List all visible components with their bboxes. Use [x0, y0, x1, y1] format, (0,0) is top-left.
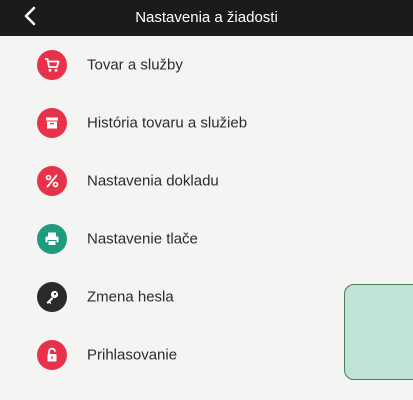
menu-item-goods-services[interactable]: Tovar a služby — [0, 36, 413, 94]
highlight-panel — [344, 284, 413, 380]
menu-item-receipt-settings[interactable]: Nastavenia dokladu — [0, 152, 413, 210]
cart-icon — [37, 50, 67, 80]
menu-item-label: Zmena hesla — [87, 288, 174, 306]
menu-item-history[interactable]: História tovaru a služieb — [0, 94, 413, 152]
key-icon — [37, 282, 67, 312]
unlock-icon — [37, 340, 67, 370]
menu-item-print-settings[interactable]: Nastavenie tlače — [0, 210, 413, 268]
top-bar: Nastavenia a žiadosti — [0, 0, 413, 36]
menu-item-label: História tovaru a služieb — [87, 114, 248, 132]
menu-item-label: Tovar a služby — [87, 56, 183, 74]
percent-icon — [37, 166, 67, 196]
archive-box-icon — [37, 108, 67, 138]
page-title: Nastavenia a žiadosti — [135, 9, 278, 26]
menu-item-label: Nastavenie tlače — [87, 230, 198, 248]
menu-item-label: Prihlasovanie — [87, 346, 178, 364]
menu-item-label: Nastavenia dokladu — [87, 172, 219, 190]
printer-icon — [37, 224, 67, 254]
